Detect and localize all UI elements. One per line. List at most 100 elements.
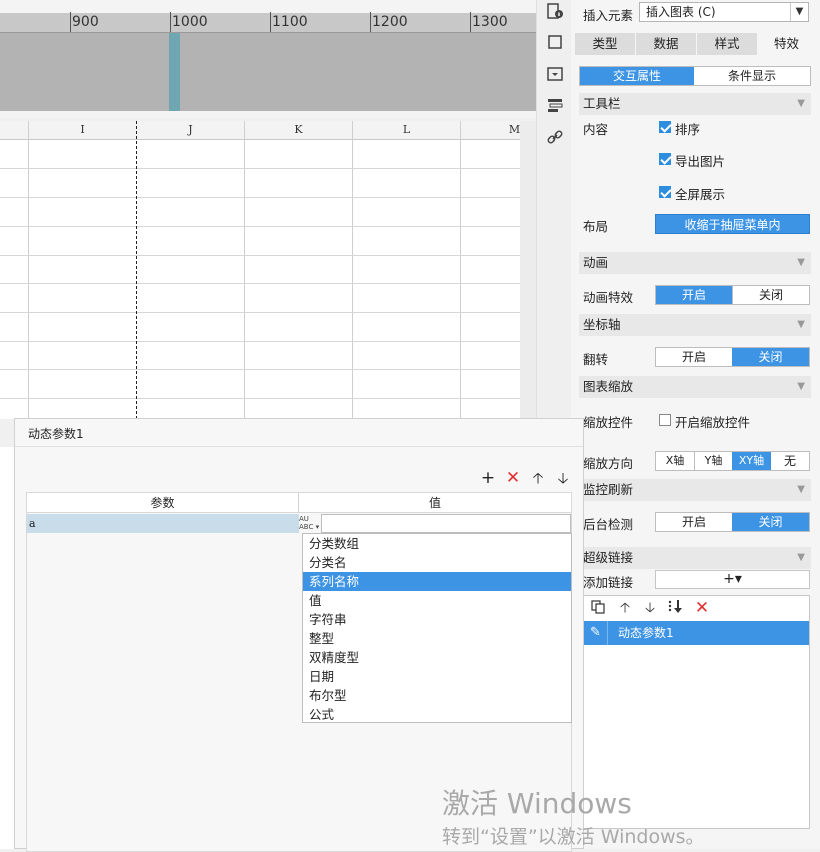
edit-pencil-icon[interactable]: ✎ xyxy=(584,621,608,645)
menu-item-string[interactable]: 字符串 xyxy=(303,610,571,629)
add-link-dropdown[interactable]: +▾ xyxy=(655,570,810,589)
insert-element-select[interactable]: 插入图表 (C) ▼ xyxy=(639,2,809,22)
value-type-icon[interactable]: AU ABC ▾ xyxy=(299,514,321,533)
column-header[interactable]: M xyxy=(461,123,520,136)
menu-item-date[interactable]: 日期 xyxy=(303,667,571,686)
arrow-up-icon[interactable]: 🡡 xyxy=(616,599,634,617)
add-icon[interactable]: + xyxy=(479,469,497,487)
layout-drawer-button[interactable]: 收缩于抽屉菜单内 xyxy=(655,214,810,234)
chevron-down-icon: ▼ xyxy=(797,484,805,495)
tab-data[interactable]: 数据 xyxy=(636,33,696,55)
move-to-bottom-icon[interactable] xyxy=(667,599,685,617)
parameter-row-name[interactable]: a xyxy=(27,514,299,533)
flip-label: 翻转 xyxy=(583,352,609,367)
zoom-direction-toggle: X轴 Y轴 XY轴 无 xyxy=(655,451,810,471)
zoom-x-button[interactable]: X轴 xyxy=(656,452,694,470)
copy-icon[interactable] xyxy=(589,599,607,617)
arrow-up-icon[interactable]: 🡡 xyxy=(529,469,547,487)
background-check-on-button[interactable]: 开启 xyxy=(656,513,732,531)
animation-on-button[interactable]: 开启 xyxy=(656,286,732,304)
hyperlink-list-item[interactable]: ✎ 动态参数1 xyxy=(584,621,809,645)
tab-type[interactable]: 类型 xyxy=(575,33,635,55)
subtab-interactive[interactable]: 交互属性 xyxy=(580,67,694,85)
zoom-y-button[interactable]: Y轴 xyxy=(694,452,732,470)
arrow-down-icon[interactable]: 🡣 xyxy=(641,599,659,617)
parameter-value-input[interactable] xyxy=(321,514,571,533)
arrow-down-icon[interactable]: 🡣 xyxy=(554,469,572,487)
menu-item-category-name[interactable]: 分类名 xyxy=(303,553,571,572)
link-icon[interactable] xyxy=(545,128,565,148)
canvas-guide-bar xyxy=(169,33,180,111)
insert-element-label: 插入元素 xyxy=(583,8,634,23)
grid-scrollbar[interactable] xyxy=(520,121,536,419)
element-info-icon[interactable] xyxy=(545,2,565,22)
section-monitor-refresh[interactable]: 监控刷新 ▼ xyxy=(579,479,811,501)
delete-icon[interactable]: ✕ xyxy=(693,599,711,617)
section-animation-title: 动画 xyxy=(583,255,609,270)
section-toolbar-title: 工具栏 xyxy=(583,96,621,111)
dialog-title: 动态参数1 xyxy=(28,427,84,441)
border-icon[interactable] xyxy=(545,33,565,53)
content-label: 内容 xyxy=(583,122,609,137)
chevron-down-icon[interactable]: ▼ xyxy=(790,3,808,21)
tab-style[interactable]: 样式 xyxy=(697,33,757,55)
menu-item-formula[interactable]: 公式 xyxy=(303,705,571,724)
animation-toggle: 开启 关闭 xyxy=(655,285,810,305)
chevron-down-icon: ▼ xyxy=(797,381,805,392)
param-column-header: 参数 xyxy=(150,496,175,510)
parameter-table-header: 参数 值 xyxy=(27,493,571,513)
section-monitor-title: 监控刷新 xyxy=(583,482,634,497)
insert-element-value: 插入图表 (C) xyxy=(646,5,716,19)
export-image-checkbox[interactable] xyxy=(659,153,671,165)
column-header[interactable]: L xyxy=(353,123,460,136)
section-animation[interactable]: 动画 ▼ xyxy=(579,252,811,274)
fullscreen-checkbox[interactable] xyxy=(659,186,671,198)
chevron-down-icon: ▼ xyxy=(797,98,805,109)
menu-item-integer[interactable]: 整型 xyxy=(303,629,571,648)
section-axis[interactable]: 坐标轴 ▼ xyxy=(579,314,811,336)
zoom-direction-label: 缩放方向 xyxy=(583,456,634,471)
sort-checkbox[interactable] xyxy=(659,121,671,133)
column-header[interactable]: I xyxy=(29,123,136,136)
menu-item-series-name[interactable]: 系列名称 xyxy=(303,572,571,591)
spreadsheet-grid[interactable]: I J K L M xyxy=(0,121,520,419)
column-header[interactable]: K xyxy=(245,123,352,136)
hyperlink-item-label: 动态参数1 xyxy=(618,626,674,640)
ruler-label: 1200 xyxy=(372,14,408,30)
effects-subtabs: 交互属性 条件显示 xyxy=(579,66,811,86)
background-check-toggle: 开启 关闭 xyxy=(655,512,810,532)
ruler-label: 1300 xyxy=(472,14,508,30)
chevron-down-icon: ▼ xyxy=(797,257,805,268)
animation-off-button[interactable]: 关闭 xyxy=(732,286,809,304)
ruler-label: 1100 xyxy=(272,14,308,30)
section-hyperlink[interactable]: 超级链接 ▼ xyxy=(579,547,811,569)
property-tabs: 类型 数据 样式 特效 xyxy=(575,33,815,55)
column-header-row: I J K L M xyxy=(0,121,520,140)
property-panel: 插入元素 插入图表 (C) ▼ 类型 数据 样式 特效 交互属性 条件显示 工具… xyxy=(571,0,820,849)
subtab-condition[interactable]: 条件显示 xyxy=(694,67,810,85)
section-toolbar[interactable]: 工具栏 ▼ xyxy=(579,93,811,115)
section-zoom-title: 图表缩放 xyxy=(583,379,634,394)
menu-item-category-array[interactable]: 分类数组 xyxy=(303,534,571,553)
zoom-none-button[interactable]: 无 xyxy=(771,452,809,470)
activation-watermark-title: 激活 Windows xyxy=(442,787,632,820)
menu-item-double[interactable]: 双精度型 xyxy=(303,648,571,667)
flip-on-button[interactable]: 开启 xyxy=(656,348,732,366)
background-check-off-button[interactable]: 关闭 xyxy=(732,513,809,531)
flip-off-button[interactable]: 关闭 xyxy=(732,348,809,366)
ruler-label: 900 xyxy=(72,14,99,30)
hyperlink-toolbar: 🡡 🡣 ✕ xyxy=(584,596,809,620)
widget-settings-icon[interactable] xyxy=(545,96,565,116)
dropdown-widget-icon[interactable] xyxy=(545,65,565,85)
delete-icon[interactable]: ✕ xyxy=(504,469,522,487)
section-zoom[interactable]: 图表缩放 ▼ xyxy=(579,376,811,398)
menu-item-boolean[interactable]: 布尔型 xyxy=(303,686,571,705)
design-canvas[interactable] xyxy=(0,33,536,111)
zoom-control-label: 缩放控件 xyxy=(583,415,634,430)
menu-item-value[interactable]: 值 xyxy=(303,591,571,610)
tab-effects[interactable]: 特效 xyxy=(758,33,815,55)
zoom-control-checkbox[interactable] xyxy=(659,414,671,426)
zoom-xy-button[interactable]: XY轴 xyxy=(732,452,771,470)
value-column-header: 值 xyxy=(428,496,441,510)
column-header[interactable]: J xyxy=(137,123,244,136)
